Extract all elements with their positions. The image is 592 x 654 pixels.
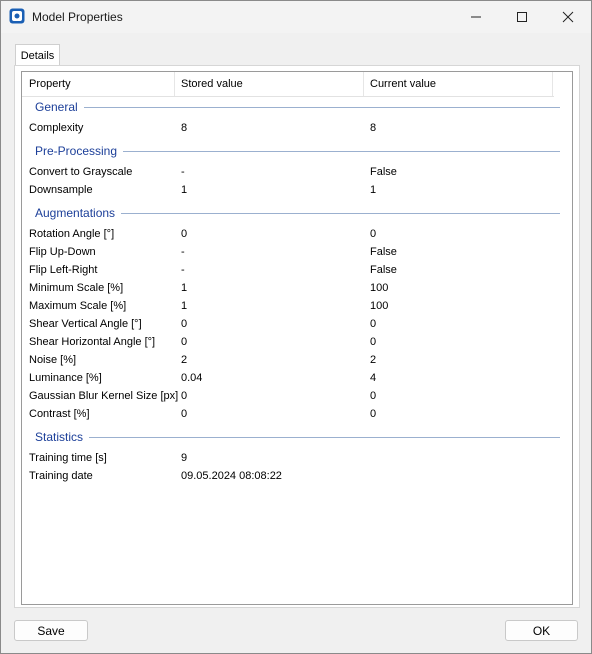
group-divider <box>121 213 560 214</box>
property-name: Minimum Scale [%] <box>29 282 124 294</box>
property-row[interactable]: Contrast [%] 0 0 <box>22 406 562 424</box>
column-divider[interactable] <box>552 72 553 96</box>
maximize-button[interactable] <box>499 1 545 33</box>
current-value: 100 <box>370 282 389 294</box>
stored-value: 0 <box>181 228 188 240</box>
property-row[interactable]: Maximum Scale [%] 1 100 <box>22 298 562 316</box>
save-button[interactable]: Save <box>14 620 88 641</box>
close-button[interactable] <box>545 1 591 33</box>
property-row[interactable]: Minimum Scale [%] 1 100 <box>22 280 562 298</box>
property-name: Convert to Grayscale <box>29 166 133 178</box>
property-name: Flip Left-Right <box>29 264 98 276</box>
minimize-button[interactable] <box>453 1 499 33</box>
group-divider <box>84 107 560 108</box>
group-divider <box>123 151 560 152</box>
property-row[interactable]: Training time [s] 9 <box>22 450 562 468</box>
column-header-stored-value[interactable]: Stored value <box>181 78 243 90</box>
property-row[interactable]: Shear Horizontal Angle [°] 0 0 <box>22 334 562 352</box>
grid-header: Property Stored value Current value <box>22 72 554 97</box>
property-name: Gaussian Blur Kernel Size [px] <box>29 390 179 402</box>
column-header-current-value[interactable]: Current value <box>370 78 436 90</box>
current-value: 100 <box>370 300 389 312</box>
current-value: False <box>370 246 397 258</box>
stored-value: - <box>181 264 185 276</box>
ok-button[interactable]: OK <box>505 620 578 641</box>
stored-value: 0.04 <box>181 372 203 384</box>
current-value: 4 <box>370 372 377 384</box>
property-row[interactable]: Flip Left-Right - False <box>22 262 562 280</box>
property-name: Rotation Angle [°] <box>29 228 115 240</box>
property-name: Contrast [%] <box>29 408 90 420</box>
stored-value: 1 <box>181 184 188 196</box>
current-value: False <box>370 166 397 178</box>
tab-details[interactable]: Details <box>15 44 60 66</box>
property-name: Downsample <box>29 184 93 196</box>
stored-value: - <box>181 166 185 178</box>
property-name: Luminance [%] <box>29 372 102 384</box>
stored-value: 8 <box>181 122 188 134</box>
details-panel: Property Stored value Current value Gene… <box>14 65 580 608</box>
column-header-property[interactable]: Property <box>29 78 71 90</box>
stored-value: 1 <box>181 282 188 294</box>
stored-value: 2 <box>181 354 188 366</box>
current-value: 1 <box>370 184 377 196</box>
current-value: 2 <box>370 354 377 366</box>
column-divider[interactable] <box>174 72 175 96</box>
property-row[interactable]: Complexity 8 8 <box>22 120 562 138</box>
current-value: 8 <box>370 122 377 134</box>
title-bar[interactable]: Model Properties <box>1 1 591 33</box>
property-row[interactable]: Convert to Grayscale - False <box>22 164 562 182</box>
stored-value: 0 <box>181 318 188 330</box>
property-name: Flip Up-Down <box>29 246 96 258</box>
stored-value: 9 <box>181 452 188 464</box>
close-icon <box>562 11 574 23</box>
property-row[interactable]: Noise [%] 2 2 <box>22 352 562 370</box>
window-title: Model Properties <box>32 10 123 24</box>
group-header[interactable]: General <box>35 100 78 114</box>
stored-value: 0 <box>181 390 188 402</box>
current-value: 0 <box>370 390 377 402</box>
property-name: Noise [%] <box>29 354 77 366</box>
current-value: False <box>370 264 397 276</box>
group-header[interactable]: Pre-Processing <box>35 144 117 158</box>
property-row[interactable]: Downsample 1 1 <box>22 182 562 200</box>
group-header[interactable]: Augmentations <box>35 206 115 220</box>
stored-value: 09.05.2024 08:08:22 <box>181 470 282 482</box>
property-row[interactable]: Flip Up-Down - False <box>22 244 562 262</box>
app-icon <box>9 8 25 24</box>
maximize-icon <box>517 12 527 22</box>
stored-value: 0 <box>181 336 188 348</box>
group-divider <box>89 437 560 438</box>
property-name: Training date <box>29 470 93 482</box>
property-row[interactable]: Training date 09.05.2024 08:08:22 <box>22 468 562 486</box>
stored-value: - <box>181 246 185 258</box>
property-name: Complexity <box>29 122 84 134</box>
dialog-window: Model Properties Details Property Stored… <box>0 0 592 654</box>
current-value: 0 <box>370 336 377 348</box>
current-value: 0 <box>370 228 377 240</box>
stored-value: 0 <box>181 408 188 420</box>
current-value: 0 <box>370 318 377 330</box>
property-grid[interactable]: Property Stored value Current value Gene… <box>21 71 573 605</box>
property-name: Training time [s] <box>29 452 107 464</box>
group-header[interactable]: Statistics <box>35 430 83 444</box>
column-divider[interactable] <box>363 72 364 96</box>
property-row[interactable]: Gaussian Blur Kernel Size [px] 0 0 <box>22 388 562 406</box>
property-row[interactable]: Rotation Angle [°] 0 0 <box>22 226 562 244</box>
minimize-icon <box>471 16 481 18</box>
current-value: 0 <box>370 408 377 420</box>
property-row[interactable]: Luminance [%] 0.04 4 <box>22 370 562 388</box>
property-name: Maximum Scale [%] <box>29 300 127 312</box>
property-row[interactable]: Shear Vertical Angle [°] 0 0 <box>22 316 562 334</box>
property-name: Shear Vertical Angle [°] <box>29 318 142 330</box>
stored-value: 1 <box>181 300 188 312</box>
property-name: Shear Horizontal Angle [°] <box>29 336 156 348</box>
